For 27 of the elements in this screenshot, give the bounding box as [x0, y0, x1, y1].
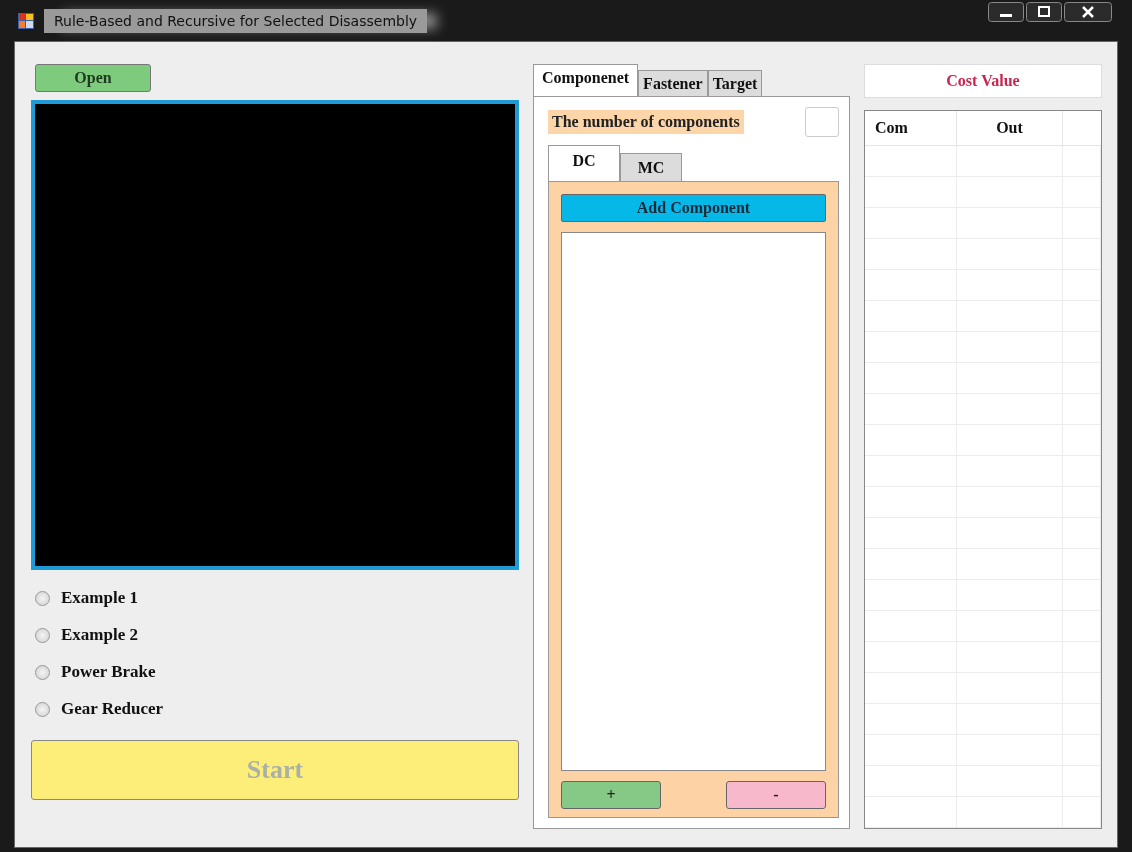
tab[interactable]: Componenet	[533, 64, 639, 96]
window-title: Rule-Based and Recursive for Selected Disassembly	[44, 8, 428, 33]
app-icon	[18, 12, 34, 29]
tab[interactable]: Target	[707, 70, 763, 96]
radio-label: Gear Reducer	[61, 699, 164, 719]
components-label: The number of components	[548, 110, 744, 134]
close-icon[interactable]	[1064, 2, 1112, 22]
tab[interactable]: Fastener	[638, 70, 708, 96]
column-header[interactable]: Com	[865, 111, 957, 145]
radio-button[interactable]	[35, 664, 50, 680]
maximize-icon[interactable]	[1026, 2, 1062, 22]
tab[interactable]: DC	[548, 145, 620, 181]
radio-button[interactable]	[35, 590, 50, 606]
radio-button[interactable]	[35, 701, 50, 717]
add-button[interactable]: +	[561, 781, 661, 809]
components-field[interactable]	[805, 107, 839, 137]
radio-label: Example 2	[61, 625, 138, 645]
radio-button[interactable]	[35, 627, 50, 643]
tab[interactable]: MC	[620, 153, 682, 181]
open-button[interactable]: Open	[35, 64, 151, 92]
radio-label: Example 1	[61, 588, 138, 608]
column-header[interactable]: Out	[957, 111, 1063, 145]
radio-label: Power Brake	[61, 662, 156, 682]
add-component-button[interactable]: Add Component	[561, 194, 826, 222]
minimize-icon[interactable]	[988, 2, 1024, 22]
cost-value-label: Cost Value	[864, 64, 1102, 98]
remove-button[interactable]: -	[726, 781, 826, 809]
